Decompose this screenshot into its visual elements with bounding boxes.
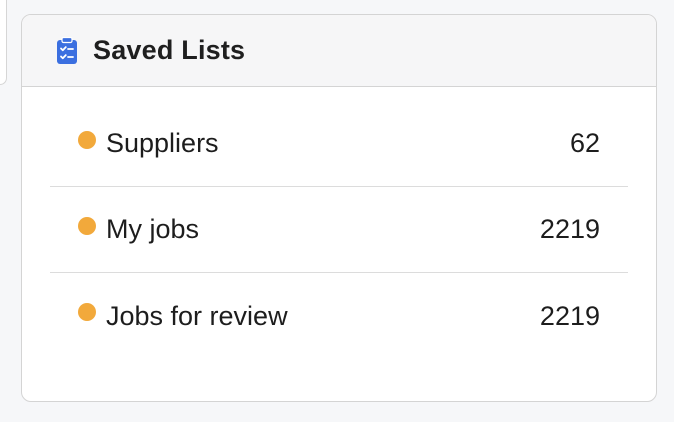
list-item-count: 2219 [539,300,600,331]
list-item-my-jobs[interactable]: My jobs 2219 [50,187,628,273]
status-dot [78,303,96,321]
list-item-jobs-for-review[interactable]: Jobs for review 2219 [50,273,628,359]
list-item-left: My jobs [78,214,199,245]
card-title: Saved Lists [93,35,246,65]
list-item-count: 62 [569,128,600,158]
list-item-label: Jobs for review [106,300,288,331]
saved-lists-card: Saved Lists Suppliers 62 My jobs 2219 Jo… [21,14,657,402]
list-item-left: Jobs for review [78,301,288,332]
saved-lists: Suppliers 62 My jobs 2219 Jobs for revie… [22,87,656,359]
saved-lists-header: Saved Lists [22,15,656,87]
list-item-label: My jobs [106,214,200,244]
status-dot [78,216,96,235]
clipboard-checklist-icon [55,36,79,65]
list-item-suppliers[interactable]: Suppliers 62 [50,101,628,187]
list-item-count: 2219 [539,214,600,244]
list-item-label: Suppliers [106,128,219,158]
adjacent-panel-edge [0,0,7,85]
list-item-left: Suppliers [78,128,219,159]
status-dot [78,130,96,149]
